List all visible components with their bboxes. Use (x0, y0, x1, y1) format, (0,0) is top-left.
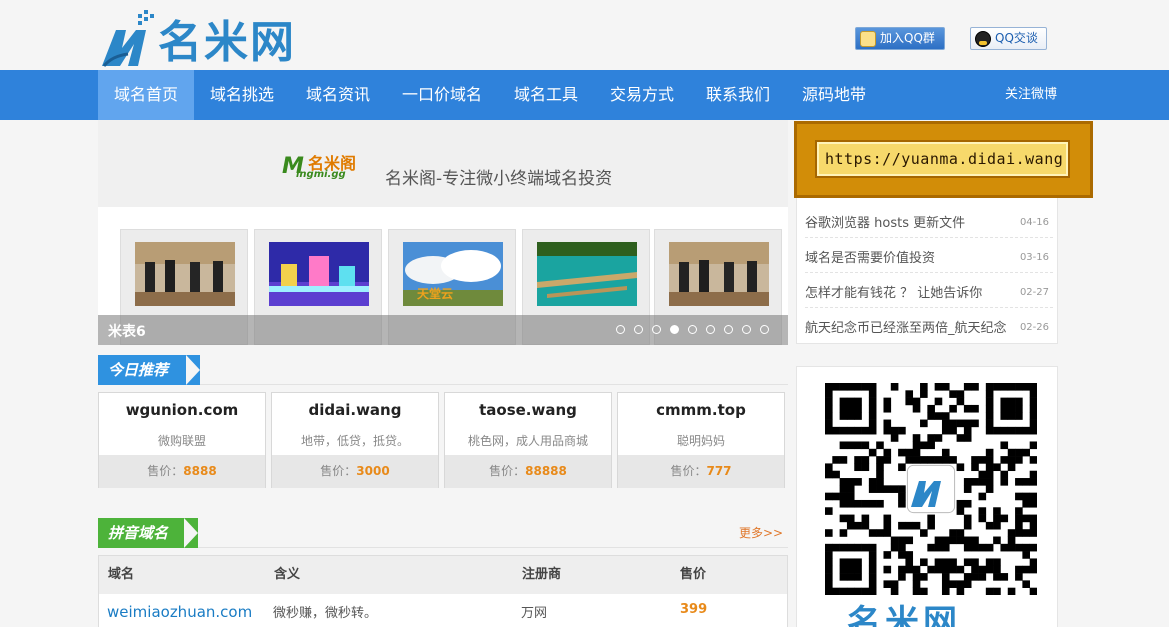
follow-weibo-link[interactable]: 关注微博 (1005, 70, 1057, 120)
news-list: 谷歌浏览器 hosts 更新文件 04-16 域名是否需要价值投资 03-16 … (796, 198, 1058, 344)
nav-item-source-code[interactable]: 源码地带 (786, 70, 882, 120)
qq-chat-button[interactable]: QQ交谈 (970, 27, 1047, 50)
column-header-registrar: 注册商 (522, 567, 562, 582)
section-divider (198, 547, 788, 548)
join-qq-group-label: 加入QQ群 (880, 31, 935, 45)
qr-code-icon (825, 383, 1037, 595)
table-row-price: 399 (680, 602, 708, 617)
qq-chat-label: QQ交谈 (995, 31, 1038, 45)
news-item[interactable]: 域名是否需要价值投资 03-16 (805, 238, 1053, 273)
nav-item-contact[interactable]: 联系我们 (690, 70, 786, 120)
meeting-photo-icon (135, 242, 235, 306)
news-title: 航天纪念币已经涨至两倍_航天纪念 (805, 321, 1007, 336)
news-date: 04-16 (1019, 217, 1049, 228)
ice-castle-photo-icon (269, 242, 369, 306)
domain-card-desc: 微购联盟 (157, 434, 206, 448)
domain-card-desc: 地带，低贷，抵贷。 (300, 434, 409, 448)
slider-dot[interactable] (634, 325, 643, 334)
column-header-price: 售价 (680, 567, 707, 582)
pinyin-section-title: 拼音域名 (98, 518, 198, 548)
nav-item-domain-pick[interactable]: 域名挑选 (194, 70, 290, 120)
domain-card-price: 售价：777 (618, 455, 784, 488)
news-date: 02-26 (1019, 322, 1049, 333)
slider-dot[interactable] (688, 325, 697, 334)
domain-card-price: 售价：3000 (272, 455, 438, 488)
section-divider (200, 384, 788, 385)
domain-card-name: wgunion.com (125, 401, 239, 419)
recommend-section-title: 今日推荐 (98, 355, 200, 385)
slider-caption: 米表6 (108, 324, 146, 340)
table-row-domain-link[interactable]: weimiaozhuan.com (107, 603, 252, 621)
join-qq-group-button[interactable]: 加入QQ群 (855, 27, 945, 50)
logo-text: 名米网 (158, 17, 296, 68)
nav-item-domain-news[interactable]: 域名资讯 (290, 70, 386, 120)
domain-card-price: 售价：88888 (445, 455, 611, 488)
table-row-meaning: 微秒赚，微秒转。 (273, 606, 378, 621)
domain-card-name: taose.wang (479, 401, 577, 419)
news-item[interactable]: 怎样才能有钱花 ？ 让她告诉你 02-27 (805, 273, 1053, 308)
lake-photo-icon (537, 242, 637, 306)
nav-item-trade-methods[interactable]: 交易方式 (594, 70, 690, 120)
pinyin-more-link[interactable]: 更多>> (739, 524, 783, 541)
slider-dot[interactable] (652, 325, 661, 334)
thumb-caption: 天堂云 (417, 286, 453, 301)
domain-card-price: 售价：8888 (99, 455, 265, 488)
nav-item-fixed-price[interactable]: 一口价域名 (386, 70, 498, 120)
site-logo[interactable]: 名米网 (98, 8, 323, 70)
slider-dot[interactable] (742, 325, 751, 334)
url-banner-frame: https://yuanma.didai.wang (817, 142, 1068, 176)
meeting-photo-icon (669, 242, 769, 306)
column-header-meaning: 含义 (274, 567, 301, 582)
mingmige-logo: M 名米阁 ingmi.gg (282, 150, 360, 182)
slider-dot[interactable] (760, 325, 769, 334)
news-date: 03-16 (1019, 252, 1049, 263)
image-slider[interactable]: 天堂云 米表6 (98, 207, 788, 345)
source-url-banner[interactable]: https://yuanma.didai.wang (794, 121, 1093, 198)
qr-code-panel: 名米网 (796, 366, 1058, 627)
qq-penguin-icon (975, 31, 991, 47)
nav-item-home[interactable]: 域名首页 (98, 70, 194, 120)
slider-dot[interactable] (616, 325, 625, 334)
domain-card[interactable]: taose.wang 桃色网，成人用品商城 售价：88888 (444, 392, 612, 488)
news-title: 域名是否需要价值投资 (805, 251, 936, 266)
domain-card-name: cmmm.top (656, 401, 746, 419)
domain-card[interactable]: cmmm.top 聪明妈妈 售价：777 (617, 392, 785, 488)
news-item[interactable]: 谷歌浏览器 hosts 更新文件 04-16 (805, 203, 1053, 238)
main-nav: 域名首页 域名挑选 域名资讯 一口价域名 域名工具 交易方式 联系我们 源码地带… (0, 70, 1169, 120)
slider-dot[interactable] (670, 325, 679, 334)
cloud-photo-icon: 天堂云 (403, 242, 503, 306)
nav-item-domain-tools[interactable]: 域名工具 (498, 70, 594, 120)
qq-group-icon (860, 31, 876, 47)
pinyin-domain-table: 域名 含义 注册商 售价 weimiaozhuan.com 微秒赚，微秒转。 万… (98, 555, 788, 627)
mingmige-logo-en: ingmi.gg (296, 169, 346, 180)
slider-caption-bar: 米表6 (98, 315, 788, 345)
news-item[interactable]: 航天纪念币已经涨至两倍_航天纪念 02-26 (805, 308, 1053, 343)
domain-card-desc: 桃色网，成人用品商城 (467, 434, 588, 448)
table-row-registrar: 万网 (521, 606, 548, 621)
slider-dot[interactable] (724, 325, 733, 334)
domain-card-desc: 聪明妈妈 (676, 434, 725, 448)
qr-brand-text: 名米网 (847, 603, 961, 627)
domain-card[interactable]: wgunion.com 微购联盟 售价：8888 (98, 392, 266, 488)
url-banner-text: https://yuanma.didai.wang (825, 150, 1064, 168)
news-title: 怎样才能有钱花 ？ 让她告诉你 (805, 286, 983, 301)
promo-banner[interactable]: M 名米阁 ingmi.gg 名米阁-专注微小终端域名投资 (98, 120, 788, 207)
slider-dot[interactable] (706, 325, 715, 334)
domain-card[interactable]: didai.wang 地带，低贷，抵贷。 售价：3000 (271, 392, 439, 488)
domain-card-name: didai.wang (308, 401, 402, 419)
banner-slogan: 名米阁-专注微小终端域名投资 (385, 169, 613, 189)
site-header: 名米网 加入QQ群 QQ交谈 (0, 0, 1169, 70)
news-date: 02-27 (1019, 287, 1049, 298)
column-header-domain: 域名 (108, 567, 135, 582)
news-title: 谷歌浏览器 hosts 更新文件 (805, 216, 966, 231)
